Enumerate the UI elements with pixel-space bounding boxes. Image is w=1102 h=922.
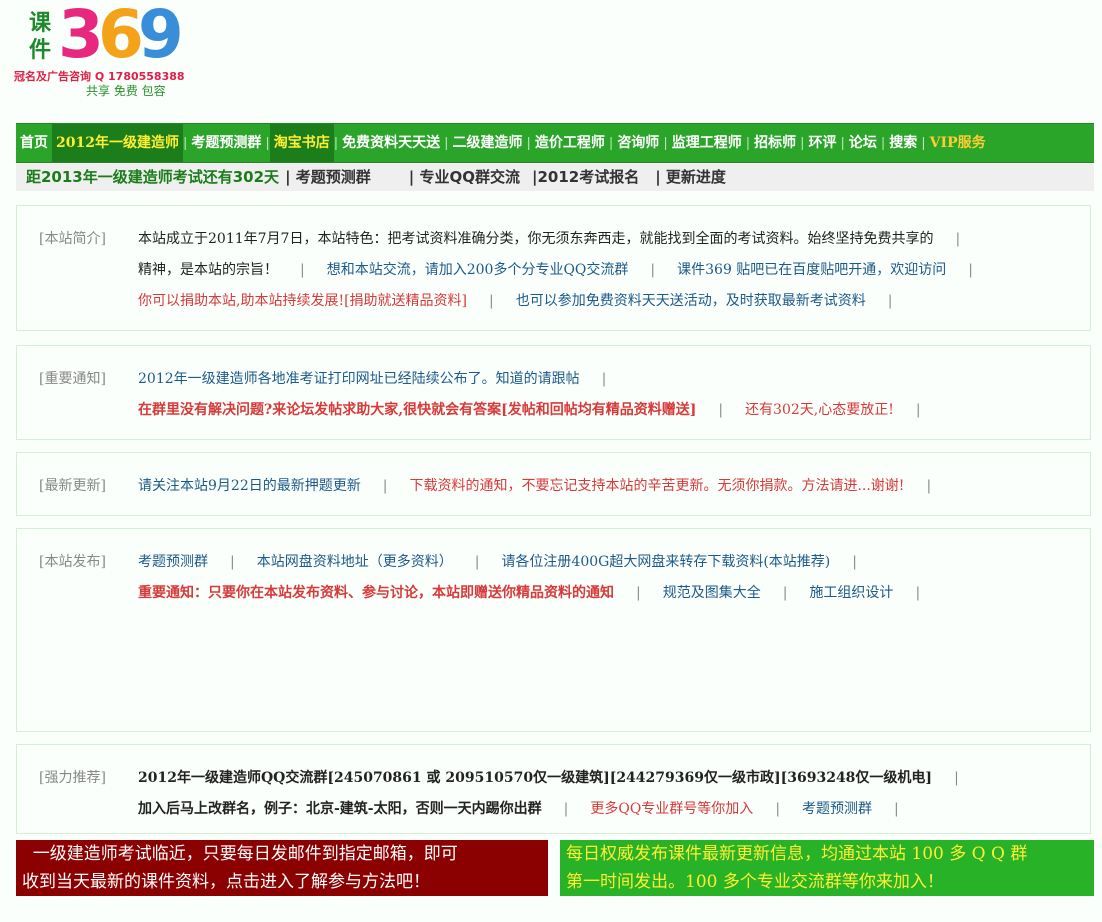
nav-vip-service[interactable]: VIP服务 (926, 124, 990, 162)
construction-design-link[interactable]: 施工组织设计 (809, 585, 893, 601)
nav-env-assessment[interactable]: 环评 (804, 124, 840, 162)
banner-right-line-2: 第一时间发出。100 多个专业交流群等你来加入！ (566, 872, 944, 892)
register-netdisk-link[interactable]: 请各位注册400G超大网盘来转存下载资料(本站推荐) (501, 554, 830, 570)
nav-free-materials[interactable]: 免费资料天天送 (338, 124, 444, 162)
standards-atlas-link[interactable]: 规范及图集大全 (663, 585, 761, 601)
banner-right-line-1: 每日权威发布课件最新更新信息，均通过本站 100 多 Q Q 群 (566, 844, 1028, 864)
logo-digit-6: 6 (97, 0, 144, 73)
nav-consultant[interactable]: 咨询师 (613, 124, 663, 162)
separator: | (563, 801, 569, 817)
nav-erjian[interactable]: 二级建造师 (449, 124, 527, 162)
publish-panel: [本站发布] 考题预测群 | 本站网盘资料地址（更多资料） | 请各位注册400G超大网… (16, 528, 1091, 732)
separator: | (230, 554, 235, 570)
logo-digit-3: 3 (58, 0, 104, 73)
join-qq-group-link[interactable]: 想和本站交流，请加入200多个分专业QQ交流群 (327, 262, 629, 278)
logo-digits: 369 (58, 0, 184, 73)
sub-bar: 距2013年一级建造师考试还有302天 | 考题预测群 | 专业QQ群交流 |2… (16, 164, 1094, 191)
separator: | (915, 585, 921, 601)
publish-line-1: 考题预测群 | 本站网盘资料地址（更多资料） | 请各位注册400G超大网盘来转存下载资… (138, 551, 879, 571)
publish-reward-link[interactable]: 重要通知：只要你在本站发布资料、参与讨论，本站即赠送你精品资料的通知 (138, 585, 614, 601)
baidu-tieba-link[interactable]: 课件369 贴吧已在百度贴吧开通，欢迎访问 (677, 262, 946, 278)
separator: | (650, 262, 656, 278)
nav-exam-predict-group[interactable]: 考题预测群 (187, 124, 265, 162)
more-qq-groups-link[interactable]: 更多QQ专业群号等你加入 (590, 801, 753, 817)
notice-panel: [重要通知] 2012年一级建造师各地准考证打印网址已经陆续公布了。知道的请跟帖… (16, 345, 1091, 440)
separator: | (968, 262, 974, 278)
netdisk-link[interactable]: 本站网盘资料地址（更多资料） (257, 554, 453, 570)
nav-supervision-engineer[interactable]: 监理工程师 (668, 124, 746, 162)
separator: | (300, 262, 305, 278)
logo-digit-9: 9 (137, 0, 184, 73)
updates-panel: [最新更新] 请关注本站9月22日的最新押题更新 | 下载资料的通知，不要忘记支持本… (16, 452, 1091, 516)
notice-line-1: 2012年一级建造师各地准考证打印网址已经陆续公布了。知道的请跟帖 | (138, 368, 628, 388)
group-rename-rule: 加入后马上改群名，例子：北京-建筑-太阳，否则一天内踢你出群 (138, 801, 542, 817)
qq-groups-list[interactable]: 2012年一级建造师QQ交流群[245070861 或 209510570仅一级… (138, 770, 932, 786)
intro-panel: [本站简介] 本站成立于2011年7月7日，本站特色：把考试资料准确分类，你无须… (16, 205, 1091, 331)
prediction-update-link[interactable]: 请关注本站9月22日的最新押题更新 (138, 478, 361, 494)
separator: | (894, 801, 899, 817)
updates-tag: [最新更新] (39, 478, 106, 494)
separator: | (852, 554, 857, 570)
recommend-panel: [强力推荐] 2012年一级建造师QQ交流群[245070861 或 20951… (16, 744, 1091, 834)
separator: | (887, 293, 893, 309)
exam-countdown[interactable]: 距2013年一级建造师考试还有302天 (26, 164, 279, 191)
recommend-tag: [强力推荐] (39, 770, 106, 786)
admission-ticket-link[interactable]: 2012年一级建造师各地准考证打印网址已经陆续公布了。知道的请跟帖 (138, 371, 580, 387)
free-materials-activity-link[interactable]: 也可以参加免费资料天天送活动，及时获取最新考试资料 (516, 293, 866, 309)
nav-forum[interactable]: 论坛 (845, 124, 881, 162)
exam-predict-group-link[interactable]: 考题预测群 (138, 554, 208, 570)
banner-left-line-2: 收到当天最新的课件资料，点击进入了解参与方法吧！ (22, 872, 430, 892)
site-slogan: 共享 免费 包容 (86, 84, 166, 98)
separator: | (636, 585, 641, 601)
publish-tag: [本站发布] (39, 554, 106, 570)
intro-line-3: 你可以捐助本站,助本站持续发展![捐助就送精品资料] | 也可以参加免费资料天天送活… (138, 290, 914, 310)
qq-group-banner[interactable]: 每日权威发布课件最新更新信息，均通过本站 100 多 Q Q 群 第一时间发出。… (560, 840, 1094, 896)
recommend-line-1: 2012年一级建造师QQ交流群[245070861 或 209510570仅一级… (138, 767, 981, 787)
updates-line: 请关注本站9月22日的最新押题更新 | 下载资料的通知，不要忘记支持本站的辛苦更新。… (138, 475, 953, 495)
sub-exam-registration[interactable]: |2012考试报名 (532, 164, 639, 191)
nav-taobao-bookstore[interactable]: 淘宝书店 (269, 124, 334, 162)
banner-left-line-1: 一级建造师考试临近，只要每日发邮件到指定邮箱，即可 (22, 844, 458, 864)
intro-line-2: 精神，是本站的宗旨！ | 想和本站交流，请加入200多个分专业QQ交流群 | 课件369… (138, 259, 995, 279)
recommend-line-2: 加入后马上改群名，例子：北京-建筑-太阳，否则一天内踢你出群 | 更多QQ专业群号等… (138, 798, 921, 818)
nav-bidding[interactable]: 招标师 (750, 124, 800, 162)
separator: | (489, 293, 494, 309)
main-nav: 首页 2012年一级建造师 | 考题预测群 | 淘宝书店 | 免费资料天天送 |… (16, 123, 1094, 163)
separator: | (382, 478, 388, 494)
sub-exam-predict-group[interactable]: | 考题预测群 (285, 164, 371, 191)
donate-link[interactable]: 你可以捐助本站,助本站持续发展![捐助就送精品资料] (138, 293, 467, 309)
separator: | (601, 371, 607, 387)
nav-2012-yijian[interactable]: 2012年一级建造师 (52, 124, 183, 162)
logo-chars: 课件 (28, 11, 51, 63)
site-logo[interactable]: 课件 369 冠名及广告咨询 Q 1780558388 共享 免费 包容 (14, 0, 204, 106)
nav-home[interactable]: 首页 (16, 124, 52, 162)
separator: | (955, 231, 961, 247)
nav-cost-engineer[interactable]: 造价工程师 (531, 124, 609, 162)
notice-line-2: 在群里没有解决问题?来论坛发帖求助大家,很快就会有答案[发帖和回帖均有精品资料赠… (138, 399, 943, 419)
sub-update-progress[interactable]: | 更新进度 (655, 164, 726, 191)
intro-line-1: 本站成立于2011年7月7日，本站特色：把考试资料准确分类，你无须东奔西走，就能… (138, 228, 982, 248)
publish-line-2: 重要通知：只要你在本站发布资料、参与讨论，本站即赠送你精品资料的通知 | 规范及图集… (138, 582, 942, 602)
separator: | (775, 801, 781, 817)
separator: | (718, 402, 724, 418)
forum-help-link[interactable]: 在群里没有解决问题?来论坛发帖求助大家,很快就会有答案[发帖和回帖均有精品资料赠… (138, 402, 696, 418)
separator: | (926, 478, 932, 494)
separator: | (782, 585, 788, 601)
separator: | (474, 554, 480, 570)
intro-text: 本站成立于2011年7月7日，本站特色：把考试资料准确分类，你无须东奔西走，就能… (138, 231, 934, 247)
exam-predict-group-link-2[interactable]: 考题预测群 (802, 801, 872, 817)
intro-text-spirit: 精神，是本站的宗旨！ (138, 262, 278, 278)
notice-tag: [重要通知] (39, 371, 106, 387)
separator: | (915, 402, 921, 418)
email-subscribe-banner[interactable]: 一级建造师考试临近，只要每日发邮件到指定邮箱，即可 收到当天最新的课件资料，点击… (16, 840, 548, 896)
sub-qq-group[interactable]: | 专业QQ群交流 (409, 164, 520, 191)
nav-search[interactable]: 搜索 (885, 124, 921, 162)
days-left-link[interactable]: 还有302天,心态要放正! (745, 402, 894, 418)
ad-contact: 冠名及广告咨询 Q 1780558388 (14, 70, 185, 83)
intro-tag: [本站简介] (39, 231, 106, 247)
download-notice-link[interactable]: 下载资料的通知，不要忘记支持本站的辛苦更新。无须你捐款。方法请进...谢谢! (409, 478, 904, 494)
separator: | (954, 770, 959, 786)
